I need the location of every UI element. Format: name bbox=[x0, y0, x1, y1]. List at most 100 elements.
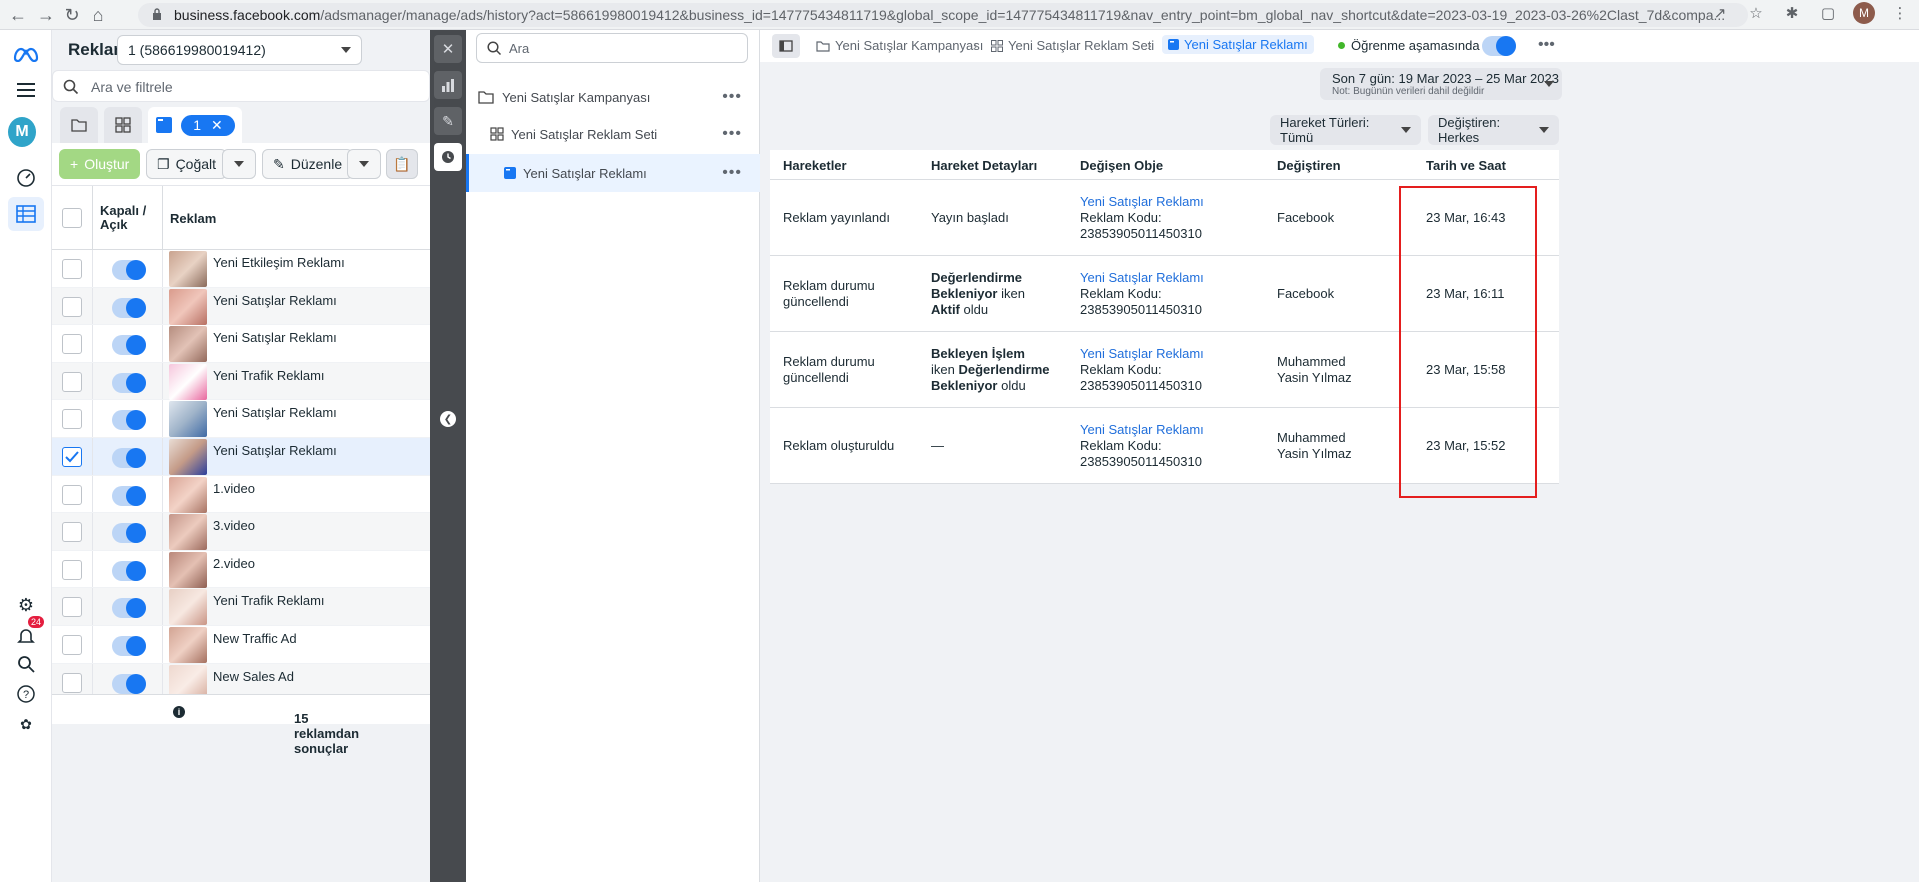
ad-toggle[interactable] bbox=[112, 635, 146, 656]
notifications-icon[interactable]: 24 bbox=[12, 616, 45, 650]
row-checkbox[interactable] bbox=[62, 522, 82, 543]
ad-name[interactable]: Yeni Trafik Reklamı bbox=[213, 368, 325, 383]
object-link[interactable]: Yeni Satışlar Reklamı bbox=[1080, 422, 1204, 438]
col-ad-header[interactable]: Reklam bbox=[170, 211, 216, 226]
more-icon[interactable]: ••• bbox=[722, 125, 742, 143]
reload-icon[interactable]: ↻ bbox=[58, 1, 86, 29]
star-icon[interactable]: ☆ bbox=[1745, 2, 1767, 24]
dashboard-icon[interactable] bbox=[12, 164, 40, 192]
date-range-picker[interactable]: Son 7 gün: 19 Mar 2023 – 25 Mar 2023 Not… bbox=[1320, 68, 1562, 100]
more-icon[interactable]: ••• bbox=[722, 88, 742, 106]
col-toggle-header[interactable]: Kapalı / Açık bbox=[100, 204, 156, 232]
row-checkbox[interactable] bbox=[62, 409, 82, 430]
table-row[interactable]: Yeni Satışlar Reklamı bbox=[52, 325, 430, 363]
row-checkbox[interactable] bbox=[62, 672, 82, 693]
clipboard-button[interactable]: 📋 bbox=[386, 149, 418, 179]
edit-button[interactable]: ✎ Düzenle bbox=[262, 149, 354, 179]
ad-toggle[interactable] bbox=[112, 260, 146, 280]
tree-item-campaign[interactable]: Yeni Satışlar Kampanyası ••• bbox=[466, 79, 760, 115]
object-link[interactable]: Yeni Satışlar Reklamı bbox=[1080, 270, 1204, 286]
ad-name[interactable]: Yeni Satışlar Reklamı bbox=[213, 443, 337, 458]
create-button[interactable]: + Oluştur bbox=[59, 149, 141, 179]
ad-name[interactable]: Yeni Satışlar Reklamı bbox=[213, 330, 337, 345]
tab-ads[interactable]: 1 ✕ bbox=[148, 107, 242, 143]
more-icon[interactable]: ••• bbox=[1538, 36, 1555, 54]
help-icon[interactable]: ? bbox=[12, 680, 40, 708]
ad-toggle[interactable] bbox=[112, 335, 146, 356]
ad-name[interactable]: Yeni Etkileşim Reklamı bbox=[213, 255, 345, 270]
menu-icon[interactable]: ⋮ bbox=[1889, 2, 1911, 24]
table-row[interactable]: Yeni Trafik Reklamı bbox=[52, 362, 430, 401]
ad-name[interactable]: Yeni Trafik Reklamı bbox=[213, 593, 325, 608]
ad-name[interactable]: 3.video bbox=[213, 518, 255, 533]
bar-chart-icon[interactable] bbox=[434, 71, 462, 99]
table-row[interactable]: 2.video bbox=[52, 550, 430, 589]
more-icon[interactable]: ••• bbox=[722, 164, 742, 182]
ads-manager-icon[interactable] bbox=[8, 197, 44, 231]
bug-report-icon[interactable]: ✿ bbox=[12, 710, 40, 738]
ad-toggle[interactable] bbox=[112, 410, 146, 431]
tree-item-adset[interactable]: Yeni Satışlar Reklam Seti ••• bbox=[466, 116, 760, 152]
close-icon[interactable]: ✕ bbox=[434, 35, 462, 63]
profile-avatar[interactable]: M bbox=[1853, 2, 1875, 24]
row-checkbox[interactable] bbox=[62, 296, 82, 317]
changed-by-filter[interactable]: Değiştiren: Herkes bbox=[1428, 115, 1559, 145]
ad-name[interactable]: New Sales Ad bbox=[213, 669, 294, 684]
ad-toggle[interactable] bbox=[112, 372, 146, 393]
ad-toggle[interactable] bbox=[112, 598, 146, 619]
side-panel-icon[interactable]: ▢ bbox=[1817, 2, 1839, 24]
action-type-filter[interactable]: Hareket Türleri: Tümü bbox=[1270, 115, 1421, 145]
info-icon[interactable]: i bbox=[173, 706, 185, 718]
row-checkbox[interactable] bbox=[62, 597, 82, 618]
back-icon[interactable]: ← bbox=[4, 1, 32, 29]
edit-dropdown-button[interactable] bbox=[347, 149, 381, 179]
forward-icon[interactable]: → bbox=[32, 1, 60, 29]
table-row[interactable]: Yeni Satışlar Reklamı bbox=[52, 437, 430, 476]
table-row[interactable]: Yeni Satışlar Reklamı bbox=[52, 400, 430, 438]
share-icon[interactable]: ↗ bbox=[1709, 2, 1731, 24]
ad-name[interactable]: 1.video bbox=[213, 481, 255, 496]
table-row[interactable]: New Traffic Ad bbox=[52, 625, 430, 664]
ad-name[interactable]: 2.video bbox=[213, 556, 255, 571]
ad-toggle[interactable] bbox=[112, 297, 146, 318]
close-icon[interactable]: ✕ bbox=[211, 117, 223, 134]
duplicate-dropdown-button[interactable] bbox=[222, 149, 256, 179]
table-row[interactable]: Yeni Trafik Reklamı bbox=[52, 588, 430, 626]
breadcrumb-adset[interactable]: Yeni Satışlar Reklam Seti bbox=[991, 38, 1154, 53]
ad-toggle[interactable] bbox=[112, 523, 146, 544]
tree-search-input[interactable]: Ara bbox=[476, 33, 748, 63]
tree-item-ad[interactable]: Yeni Satışlar Reklamı ••• bbox=[466, 154, 760, 192]
breadcrumb-campaign[interactable]: Yeni Satışlar Kampanyası bbox=[816, 38, 983, 53]
ad-name[interactable]: New Traffic Ad bbox=[213, 631, 297, 646]
table-row[interactable]: Yeni Satışlar Reklamı bbox=[52, 287, 430, 326]
ad-name[interactable]: Yeni Satışlar Reklamı bbox=[213, 293, 337, 308]
object-link[interactable]: Yeni Satışlar Reklamı bbox=[1080, 346, 1204, 362]
row-checkbox[interactable] bbox=[62, 371, 82, 392]
row-checkbox[interactable] bbox=[62, 334, 82, 355]
ad-name[interactable]: Yeni Satışlar Reklamı bbox=[213, 405, 337, 420]
selected-count-pill[interactable]: 1 ✕ bbox=[181, 114, 235, 136]
breadcrumb-ad[interactable]: Yeni Satışlar Reklamı bbox=[1162, 35, 1314, 54]
tab-campaigns[interactable] bbox=[60, 107, 98, 143]
search-filter-input[interactable]: Ara ve filtrele bbox=[52, 70, 430, 102]
row-checkbox[interactable] bbox=[62, 446, 82, 467]
ad-toggle[interactable] bbox=[112, 673, 146, 694]
history-icon[interactable] bbox=[434, 143, 462, 171]
table-row[interactable]: 3.video bbox=[52, 513, 430, 551]
home-icon[interactable]: ⌂ bbox=[84, 1, 112, 29]
duplicate-button[interactable]: ❐ Çoğalt bbox=[146, 149, 228, 179]
select-all-checkbox[interactable] bbox=[62, 208, 82, 228]
sidebar-toggle-icon[interactable] bbox=[772, 34, 800, 58]
row-checkbox[interactable] bbox=[62, 634, 82, 655]
collapse-chevron-icon[interactable]: ❮ bbox=[440, 411, 456, 427]
row-checkbox[interactable] bbox=[62, 259, 82, 279]
address-bar[interactable]: business.facebook.com/adsmanager/manage/… bbox=[138, 3, 1748, 27]
account-select[interactable]: 1 (586619980019412) bbox=[117, 35, 362, 65]
hamburger-menu-icon[interactable] bbox=[12, 76, 40, 104]
object-link[interactable]: Yeni Satışlar Reklamı bbox=[1080, 194, 1204, 210]
pencil-icon[interactable]: ✎ bbox=[434, 107, 462, 135]
meta-logo-icon[interactable] bbox=[12, 40, 40, 68]
table-row[interactable]: Yeni Etkileşim Reklamı bbox=[52, 250, 430, 288]
ad-toggle[interactable] bbox=[112, 485, 146, 506]
extensions-icon[interactable]: ✱ bbox=[1781, 2, 1803, 24]
